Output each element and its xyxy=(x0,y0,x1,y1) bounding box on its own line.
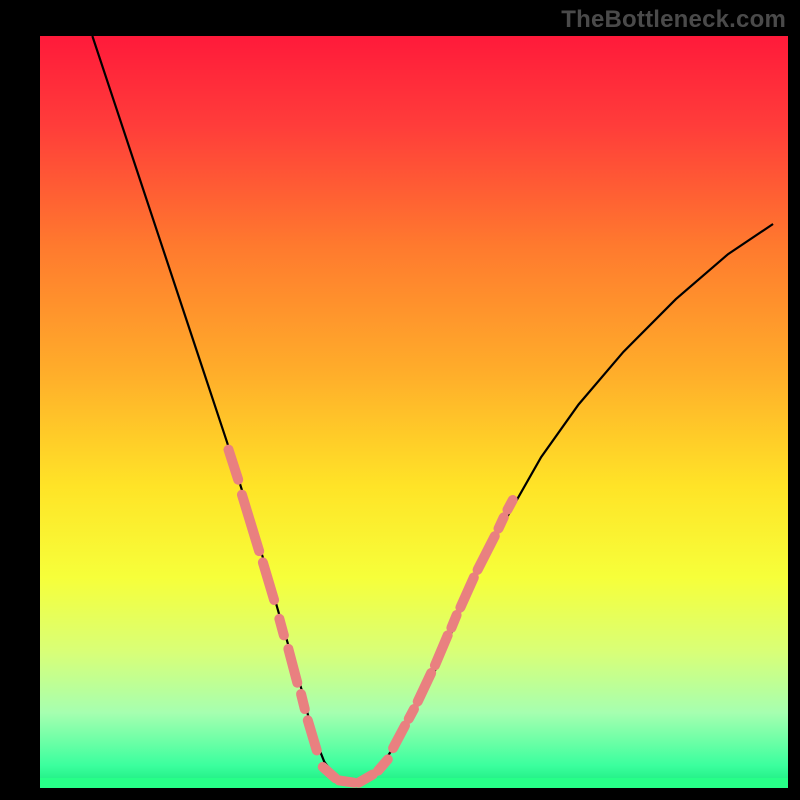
chart-stage: TheBottleneck.com xyxy=(0,0,800,800)
plot-background xyxy=(40,36,788,788)
bottleneck-chart xyxy=(0,0,800,800)
bottom-green-band xyxy=(40,778,788,788)
watermark-label: TheBottleneck.com xyxy=(561,6,786,34)
